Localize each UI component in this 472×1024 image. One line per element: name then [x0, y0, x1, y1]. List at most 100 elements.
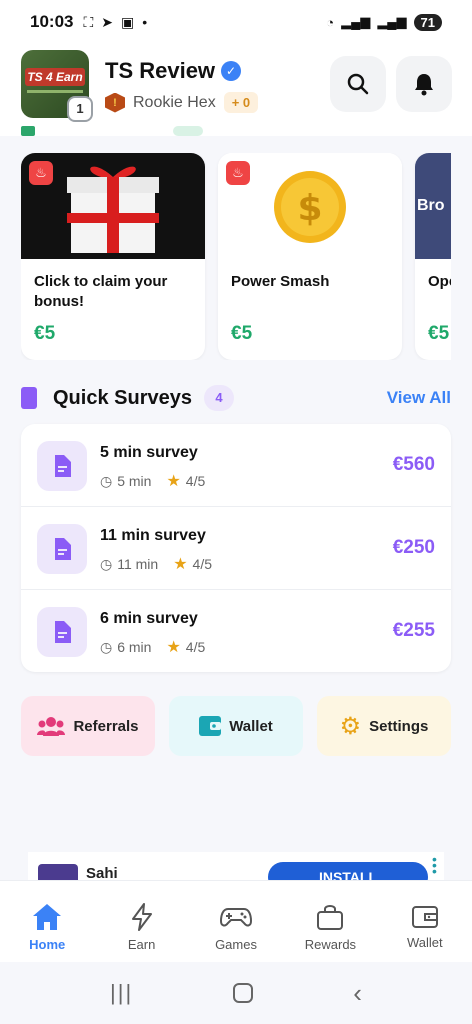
survey-meta: ◷ 11 min ★ 4/5	[100, 554, 212, 574]
ad-logo	[38, 864, 78, 880]
survey-row[interactable]: 6 min survey ◷ 6 min ★ 4/5 €255	[21, 590, 451, 672]
status-bar: 10:03 ⛶ ➤ ▣ • ◔ ▂▄▆ ▂▄▆ 71	[0, 0, 472, 44]
survey-duration: 6 min	[117, 639, 152, 655]
bell-icon	[415, 74, 433, 96]
ad-app-name: Sahi	[86, 865, 118, 880]
survey-row[interactable]: 11 min survey ◷ 11 min ★ 4/5 €250	[21, 507, 451, 590]
hot-badge-icon: ♨	[29, 161, 53, 185]
survey-rating: 4/5	[185, 639, 206, 655]
survey-meta: ◷ 5 min ★ 4/5	[100, 471, 205, 491]
survey-count-badge: 4	[203, 385, 234, 411]
bottom-nav: Home Earn Games Rewards Wallet	[0, 880, 472, 962]
offer-title: Ope	[428, 273, 451, 290]
quick-surveys-title: Quick Surveys	[53, 386, 192, 409]
home-icon	[33, 904, 62, 930]
view-all-link[interactable]: View All	[387, 388, 451, 408]
wallet-icon	[199, 716, 222, 736]
nav-wallet-label: Wallet	[407, 935, 443, 950]
survey-row[interactable]: 5 min survey ◷ 5 min ★ 4/5 €560	[21, 424, 451, 507]
referrals-button[interactable]: Referrals	[21, 696, 155, 756]
survey-duration: 5 min	[117, 473, 152, 489]
points-chip: + 0	[223, 92, 259, 113]
verified-icon: ✓	[221, 61, 242, 81]
gear-icon: ⚙	[339, 712, 362, 740]
signal-icon: ▂▄▆	[341, 14, 371, 29]
offer-card[interactable]: Bro Ope €5	[415, 153, 451, 360]
survey-title: 11 min survey	[100, 527, 206, 544]
wallet-button[interactable]: Wallet	[169, 696, 303, 756]
offer-title: Power Smash	[231, 273, 330, 290]
app-title: TS Review ✓	[105, 58, 242, 84]
survey-meta: ◷ 6 min ★ 4/5	[100, 637, 205, 657]
telegram-icon: ➤	[101, 13, 114, 30]
offer-image-text: Bro	[417, 197, 445, 214]
nav-home-label: Home	[29, 937, 66, 952]
clock-icon: ◷	[100, 638, 113, 655]
back-icon[interactable]: ‹	[353, 978, 362, 1009]
survey-amount: €560	[392, 454, 435, 475]
rank-label: Rookie Hex	[133, 93, 216, 111]
settings-button[interactable]: ⚙ Settings	[317, 696, 451, 756]
wallet-icon	[411, 906, 438, 928]
nav-games-label: Games	[215, 937, 257, 952]
lightning-icon	[131, 903, 152, 931]
survey-title: 5 min survey	[100, 444, 198, 461]
nav-games[interactable]: Games	[189, 881, 283, 962]
hot-offers-heading	[21, 126, 211, 138]
star-icon: ★	[173, 556, 188, 573]
star-icon: ★	[166, 639, 181, 656]
star-icon: ★	[166, 473, 181, 490]
survey-title: 6 min survey	[100, 610, 198, 627]
nav-rewards-label: Rewards	[304, 937, 357, 952]
survey-duration: 11 min	[117, 556, 159, 572]
offer-price: €5	[231, 323, 253, 344]
survey-amount: €250	[392, 537, 435, 558]
hot-badge-icon: ♨	[226, 161, 250, 185]
survey-amount: €255	[392, 620, 435, 641]
clipboard-icon	[21, 387, 37, 409]
offer-card[interactable]: ♨ Click to claim your bonus! €5	[21, 153, 205, 360]
logo-text: TS 4 Earn	[25, 68, 85, 86]
home-circle-icon[interactable]	[233, 983, 254, 1003]
nav-rewards[interactable]: Rewards	[283, 881, 377, 962]
nav-earn[interactable]: Earn	[94, 881, 188, 962]
offers-carousel[interactable]: ♨ Click to claim your bonus! €5 $ ♨ Powe…	[21, 153, 451, 360]
ad-install-button[interactable]: INSTALL	[268, 862, 428, 880]
search-icon	[347, 73, 369, 95]
clock-icon: ◷	[100, 555, 113, 572]
recent-apps-icon[interactable]: |||	[110, 980, 133, 1006]
screenshot-icon: ⛶	[83, 13, 94, 30]
gift-image: ♨	[21, 153, 205, 259]
nav-home[interactable]: Home	[0, 881, 94, 962]
app-title-text: TS Review	[105, 58, 216, 83]
system-nav-bar: ||| ‹	[0, 962, 472, 1024]
survey-rating: 4/5	[192, 556, 213, 572]
dot-icon: •	[142, 14, 148, 30]
offer-title: Click to claim your bonus!	[34, 273, 168, 310]
survey-list: 5 min survey ◷ 5 min ★ 4/5 €560 11 min s…	[21, 424, 451, 672]
gamepad-icon	[220, 908, 253, 927]
notifications-button[interactable]	[396, 56, 452, 112]
people-icon	[37, 717, 66, 736]
referrals-label: Referrals	[73, 717, 139, 735]
svg-text:$: $	[297, 188, 322, 229]
nav-earn-label: Earn	[127, 937, 156, 952]
clock-icon: ◷	[100, 472, 113, 489]
ad-menu-icon[interactable]: • • •	[432, 852, 437, 878]
search-button[interactable]	[330, 56, 386, 112]
status-time: 10:03	[30, 12, 74, 31]
nav-wallet[interactable]: Wallet	[378, 881, 472, 962]
offer-price: €5	[34, 323, 56, 344]
level-badge: 1	[67, 96, 93, 122]
document-icon	[37, 441, 87, 491]
document-icon	[37, 607, 87, 657]
wallet-label: Wallet	[229, 717, 273, 735]
coin-image: $ ♨	[218, 153, 402, 259]
battery-indicator: 71	[413, 13, 442, 31]
document-icon	[37, 524, 87, 574]
offer-price: €5	[428, 323, 450, 344]
offer-card[interactable]: $ ♨ Power Smash €5	[218, 153, 402, 360]
app-header: TS 4 Earn 1 TS Review ✓ ! Rookie Hex + 0	[0, 44, 472, 136]
rank-row: ! Rookie Hex + 0	[105, 92, 259, 113]
ad-banner[interactable]: Sahi INSTALL	[28, 852, 444, 880]
